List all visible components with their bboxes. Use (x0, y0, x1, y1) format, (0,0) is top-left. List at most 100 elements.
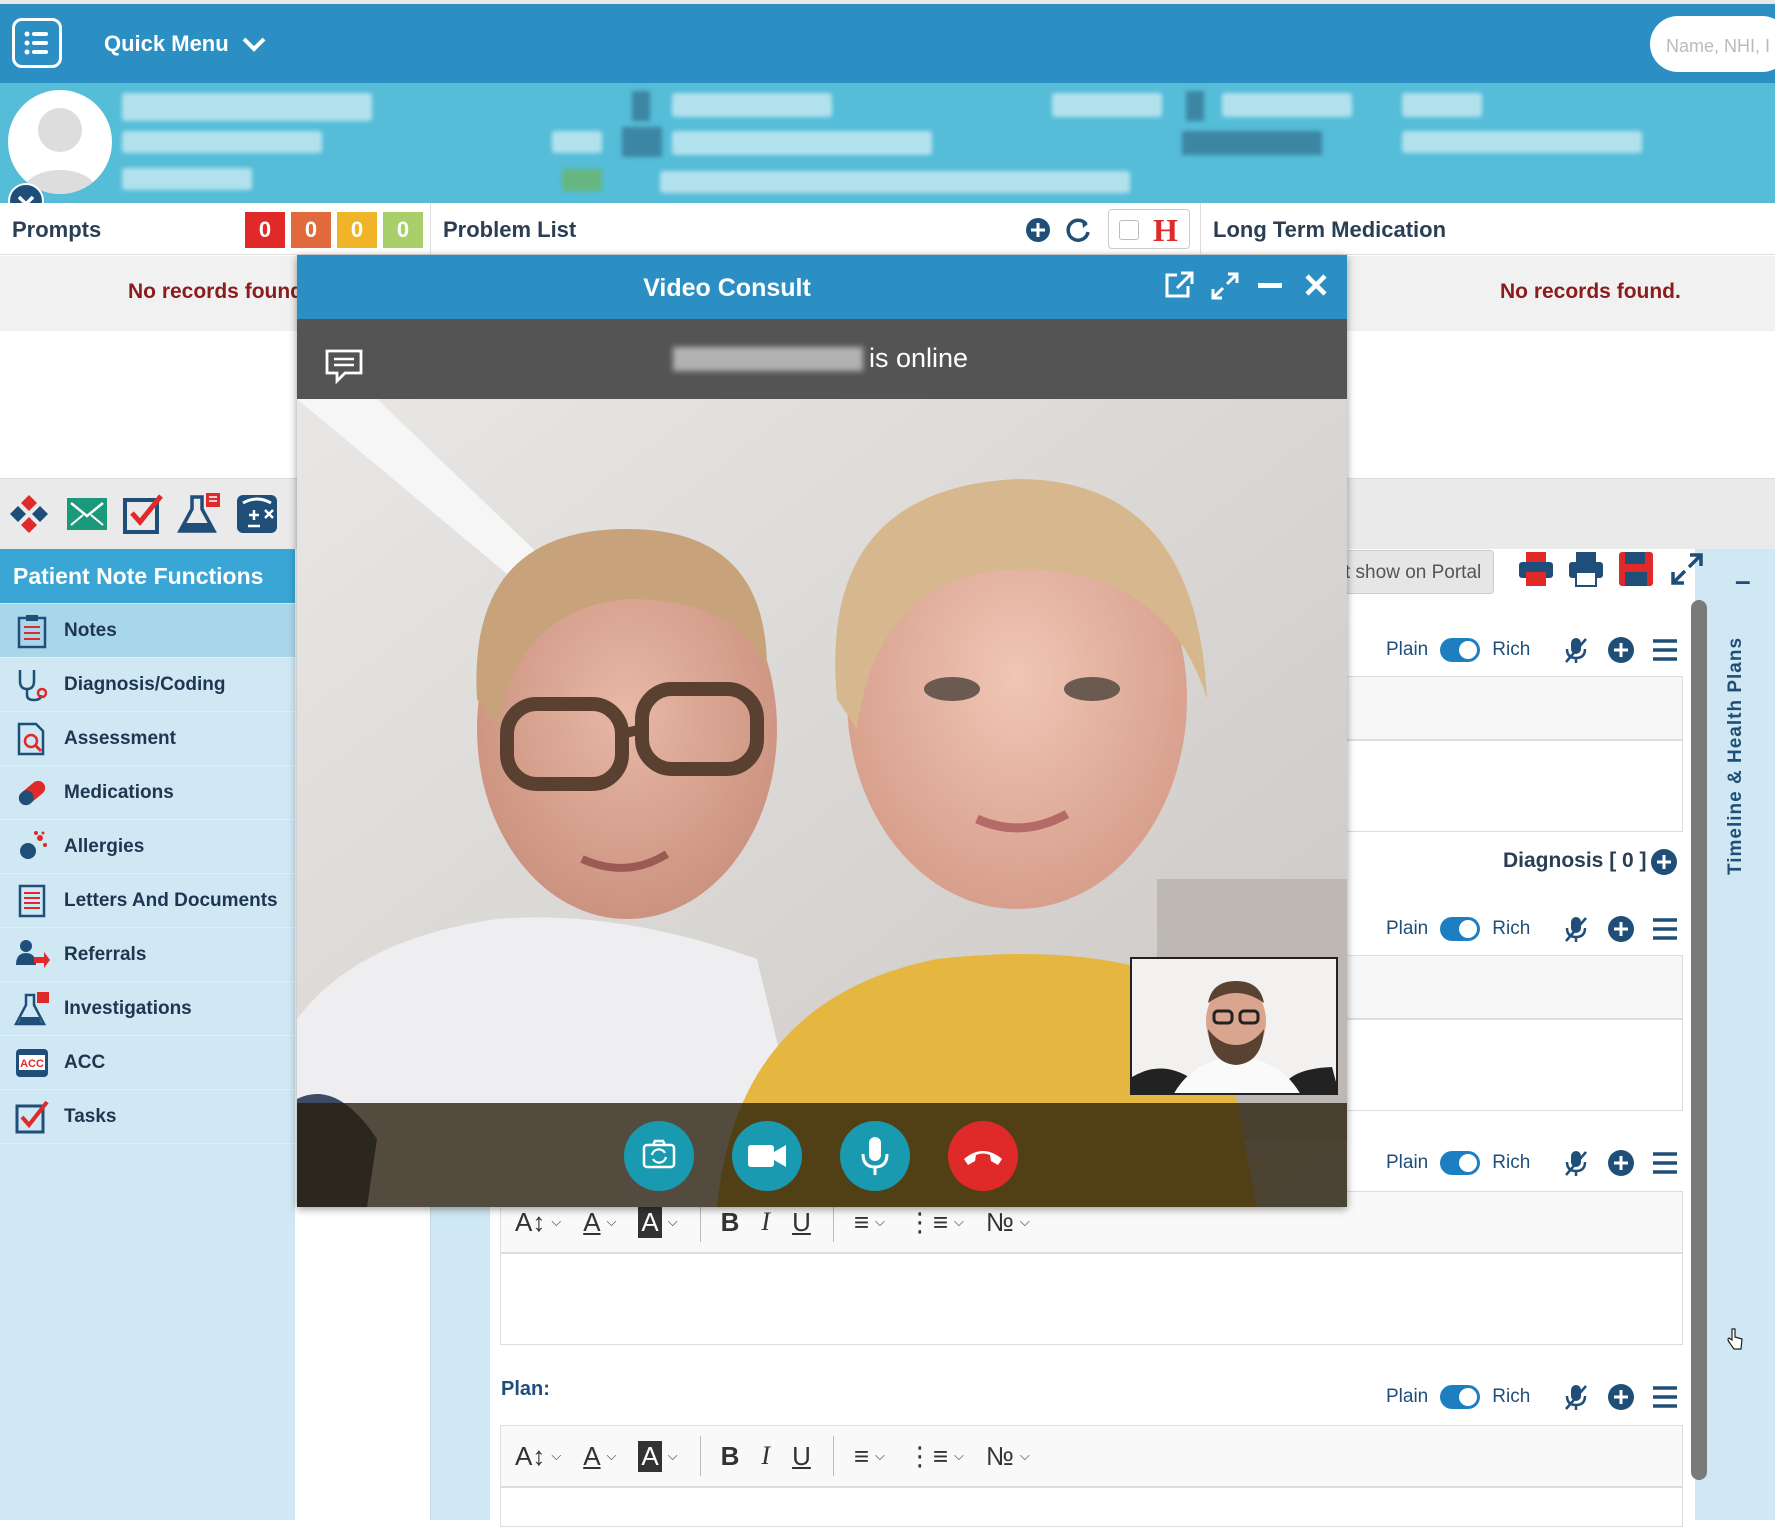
classification-tool-icon[interactable] (6, 491, 52, 537)
video-camera-icon (748, 1145, 786, 1167)
hamburger-menu-icon[interactable] (1651, 638, 1679, 662)
plain-rich-toggle-plan[interactable]: Plain Rich (1386, 1385, 1530, 1409)
align-button[interactable]: ≡ ⌵ (854, 1207, 885, 1238)
microphone-off-icon[interactable] (1563, 915, 1589, 943)
prompt-count-yellow[interactable]: 0 (337, 212, 377, 248)
font-size-button[interactable]: A↕ ⌵ (515, 1441, 561, 1472)
add-icon[interactable] (1607, 1149, 1635, 1177)
highlight-color-button[interactable]: A ⌵ (638, 1206, 678, 1238)
sidebar-item-assessment[interactable]: Assessment (0, 712, 295, 766)
print-icon[interactable] (1566, 550, 1606, 588)
underline-button[interactable]: U (792, 1207, 811, 1238)
underline-button[interactable]: U (792, 1441, 811, 1472)
prompt-count-orange[interactable]: 0 (291, 212, 331, 248)
microphone-off-icon[interactable] (1563, 1149, 1589, 1177)
sidebar-item-investigations[interactable]: Investigations (0, 982, 295, 1036)
plain-rich-switch[interactable] (1440, 1385, 1481, 1409)
hamburger-menu-icon[interactable] (1651, 917, 1679, 941)
plain-label: Plain (1386, 639, 1429, 660)
microphone-off-icon[interactable] (1563, 1383, 1589, 1411)
add-icon[interactable] (1607, 636, 1635, 664)
add-icon[interactable] (1607, 915, 1635, 943)
expand-icon[interactable] (1670, 552, 1704, 586)
font-color-button[interactable]: A ⌵ (583, 1207, 616, 1238)
align-button[interactable]: ≡ ⌵ (854, 1441, 885, 1472)
toggle-microphone-button[interactable] (840, 1121, 910, 1191)
notes-scrollbar[interactable] (1691, 600, 1707, 1480)
hamburger-menu-icon[interactable] (1651, 1385, 1679, 1409)
hospital-filter-checkbox[interactable] (1119, 220, 1139, 240)
print-red-icon[interactable] (1516, 550, 1556, 588)
tasks-check-icon[interactable] (120, 491, 166, 537)
sidebar-item-label: Medications (64, 781, 174, 803)
plain-rich-toggle-3[interactable]: Plain Rich (1386, 1151, 1530, 1175)
microphone-off-icon[interactable] (1563, 636, 1589, 664)
sidebar-item-tasks[interactable]: Tasks (0, 1090, 295, 1144)
bullet-list-button[interactable]: ⋮≡ ⌵ (907, 1441, 964, 1472)
app-menu-icon[interactable] (12, 18, 62, 68)
magnifier-document-icon (17, 722, 45, 755)
prompt-count-red[interactable]: 0 (245, 212, 285, 248)
online-status-text: is online (869, 343, 969, 373)
microphone-icon (861, 1137, 889, 1175)
patient-avatar[interactable] (8, 90, 112, 194)
self-view-video[interactable] (1130, 957, 1338, 1095)
sidebar-item-notes[interactable]: Notes (0, 604, 295, 658)
long-term-medication-title: Long Term Medication (1213, 217, 1447, 242)
fullscreen-icon[interactable] (1210, 271, 1240, 301)
plain-rich-switch[interactable] (1440, 917, 1481, 941)
bold-button[interactable]: B (721, 1441, 740, 1472)
sidebar-item-diagnosis-coding[interactable]: Diagnosis/Coding (0, 658, 295, 712)
toggle-video-button[interactable] (732, 1121, 802, 1191)
switch-camera-button[interactable] (624, 1121, 694, 1191)
chat-icon[interactable] (323, 347, 365, 385)
close-icon[interactable] (1303, 272, 1329, 298)
lab-results-icon[interactable] (176, 491, 222, 537)
sidebar-item-label: Notes (64, 619, 117, 641)
sidebar-item-acc[interactable]: ACC ACC (0, 1036, 295, 1090)
plan-editor[interactable] (500, 1487, 1683, 1527)
italic-button[interactable]: I (761, 1441, 770, 1471)
hospital-filter-toggle[interactable]: H (1108, 209, 1190, 249)
plain-rich-switch[interactable] (1440, 638, 1481, 662)
sidebar-item-letters-and-documents[interactable]: Letters And Documents (0, 874, 295, 928)
numbered-list-button[interactable]: № ⌵ (986, 1207, 1030, 1238)
italic-button[interactable]: I (761, 1207, 770, 1237)
sidebar-item-allergies[interactable]: Allergies (0, 820, 295, 874)
font-size-button[interactable]: A↕ ⌵ (515, 1207, 561, 1238)
medication-empty-text: No records found. (1500, 280, 1681, 303)
font-color-button[interactable]: A ⌵ (583, 1441, 616, 1472)
show-on-portal-toggle[interactable]: t show on Portal (1330, 550, 1494, 594)
save-icon[interactable] (1617, 550, 1655, 588)
add-problem-icon[interactable] (1025, 217, 1051, 243)
hamburger-menu-icon[interactable] (1651, 1151, 1679, 1175)
redacted-field (552, 131, 602, 153)
bullet-list-button[interactable]: ⋮≡ ⌵ (907, 1207, 964, 1238)
end-call-button[interactable] (948, 1121, 1018, 1191)
bold-button[interactable]: B (721, 1207, 740, 1238)
plain-rich-toggle-1[interactable]: Plain Rich (1386, 638, 1530, 662)
pop-out-icon[interactable] (1163, 270, 1195, 300)
minimize-icon[interactable] (1257, 281, 1283, 291)
timeline-health-plans-tab[interactable]: Timeline & Health Plans (1725, 565, 1755, 885)
redacted-field (1052, 93, 1162, 117)
call-controls-bar (297, 1103, 1347, 1207)
redacted-icon (632, 91, 650, 121)
add-diagnosis-icon[interactable] (1650, 848, 1678, 876)
toolbar-separator (832, 1436, 834, 1476)
plain-rich-switch[interactable] (1440, 1151, 1481, 1175)
sidebar-item-medications[interactable]: Medications (0, 766, 295, 820)
section-editor-3[interactable] (500, 1253, 1683, 1345)
refresh-icon[interactable] (1064, 216, 1092, 244)
plain-rich-toggle-2[interactable]: Plain Rich (1386, 917, 1530, 941)
video-consult-header[interactable]: Video Consult (297, 255, 1347, 319)
inbox-mail-icon[interactable] (64, 491, 110, 537)
patient-search-input[interactable]: Name, NHI, I (1650, 16, 1775, 72)
highlight-color-button[interactable]: A ⌵ (638, 1440, 678, 1472)
quick-menu-dropdown[interactable]: Quick Menu (104, 31, 267, 57)
prompt-count-green[interactable]: 0 (383, 212, 423, 248)
calculator-phone-icon[interactable] (234, 491, 280, 537)
add-icon[interactable] (1607, 1383, 1635, 1411)
numbered-list-button[interactable]: № ⌵ (986, 1441, 1030, 1472)
sidebar-item-referrals[interactable]: Referrals (0, 928, 295, 982)
